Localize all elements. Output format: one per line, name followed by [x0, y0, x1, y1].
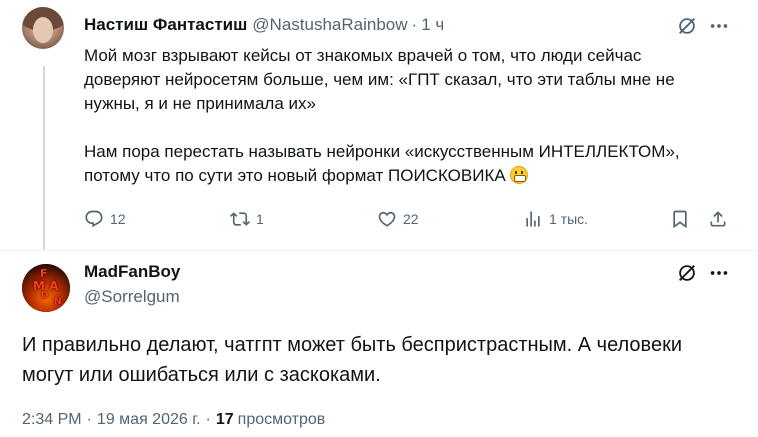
- share-icon: [710, 211, 726, 227]
- views-icon: [526, 211, 540, 227]
- parent-tweet[interactable]: Настиш Фантастиш @NastushaRainbow · 1 ч …: [0, 0, 758, 250]
- tweet-text-line: доверяют нейросетям больше, чем им: «ГПТ…: [84, 70, 675, 89]
- views-count: 1 тыс.: [549, 211, 589, 227]
- more-icon[interactable]: [708, 262, 732, 284]
- separator: ·: [205, 411, 211, 428]
- avatar-letter: D: [41, 291, 49, 301]
- separator: ·: [411, 15, 418, 34]
- like-icon: [378, 211, 396, 227]
- tweet-meta: 2:34 PM · 19 мая 2026 г. · 17 просмотров: [22, 411, 325, 429]
- tweet-text-line: Нам пора перестать называть нейронки «ис…: [84, 142, 680, 161]
- tweet-text-line: нужны, я и не принимала их»: [84, 94, 316, 113]
- like-count: 22: [403, 211, 419, 227]
- reply-button[interactable]: 12: [84, 207, 126, 231]
- views-label: просмотров: [237, 411, 326, 428]
- avatar[interactable]: [22, 7, 64, 49]
- repost-button[interactable]: 1: [230, 207, 264, 231]
- grok-icon[interactable]: [676, 15, 698, 37]
- reply-text-line: могут или ошибаться или с заскоками.: [22, 364, 381, 386]
- avatar-letter: N: [54, 297, 62, 307]
- like-button[interactable]: 22: [377, 207, 419, 231]
- views-count: 17: [215, 411, 234, 428]
- author-handle[interactable]: @NastushaRainbow: [252, 15, 407, 35]
- repost-icon: [230, 212, 250, 226]
- post-time[interactable]: 2:34 PM: [22, 411, 82, 429]
- reply-text: И правильно делают, чатгпт может быть бе…: [22, 330, 742, 390]
- reply-count: 12: [110, 211, 126, 227]
- bookmark-icon: [673, 210, 687, 229]
- bookmark-button[interactable]: [670, 207, 690, 231]
- thread-line: [43, 66, 45, 250]
- repost-count: 1: [256, 211, 264, 227]
- share-button[interactable]: [708, 207, 728, 231]
- reply-text-line: И правильно делают, чатгпт может быть бе…: [22, 334, 682, 356]
- grimacing-face-icon: [510, 166, 529, 184]
- tweet-text-line: Мой мозг взрывают кейсы от знакомых врач…: [84, 46, 642, 65]
- author-name[interactable]: Настиш Фантастиш: [84, 15, 247, 35]
- author-name[interactable]: MadFanBoy: [84, 262, 180, 282]
- reply-icon: [85, 210, 103, 228]
- grok-icon[interactable]: [676, 262, 698, 284]
- views-button[interactable]: 1 тыс.: [523, 207, 588, 231]
- avatar-face: [33, 17, 53, 43]
- more-icon[interactable]: [708, 15, 732, 37]
- avatar[interactable]: F M A D N: [22, 264, 70, 312]
- tweet-header: Настиш Фантастиш @NastushaRainbow · 1 ч: [84, 14, 444, 36]
- timestamp[interactable]: 1 ч: [421, 15, 444, 35]
- action-bar: 12 1 22 1 тыс.: [84, 207, 734, 231]
- post-date[interactable]: 19 мая 2026 г.: [97, 411, 201, 429]
- tweet-text-line: потому что по сути это новый формат ПОИС…: [84, 164, 744, 188]
- tweet-text: Мой мозг взрывают кейсы от знакомых врач…: [84, 44, 744, 188]
- separator: ·: [86, 411, 92, 428]
- author-handle[interactable]: @Sorrelgum: [84, 287, 180, 307]
